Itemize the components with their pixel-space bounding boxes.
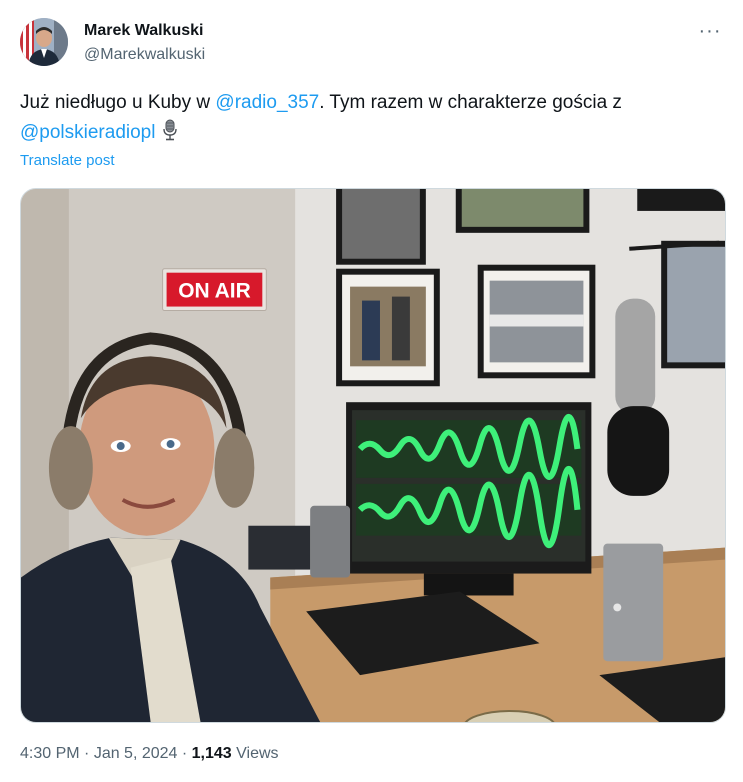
author-name[interactable]: Marek Walkuski xyxy=(84,22,203,40)
translate-post-link[interactable]: Translate post xyxy=(20,152,115,169)
post-meta: 4:30 PM · Jan 5, 2024 · 1,143 Views xyxy=(20,745,279,763)
post-time[interactable]: 4:30 PM xyxy=(20,745,80,762)
on-air-sign-text: ON AIR xyxy=(178,280,250,303)
avatar[interactable] xyxy=(20,18,68,66)
views-count[interactable]: 1,143 xyxy=(192,745,232,762)
author-handle[interactable]: @Marekwalkuski xyxy=(84,46,205,64)
mention-link[interactable]: @polskieradiopl xyxy=(20,122,155,143)
post-text-part: Już niedługo u Kuby w xyxy=(20,92,216,113)
post-text-part: . Tym razem w charakterze gościa z xyxy=(319,92,622,113)
more-options-icon[interactable]: ··· xyxy=(695,18,725,48)
post-header: Marek Walkuski @Marekwalkuski ··· xyxy=(20,16,725,72)
post-date[interactable]: Jan 5, 2024 xyxy=(94,745,178,762)
post-text: Już niedługo u Kuby w @radio_357. Tym ra… xyxy=(20,88,720,151)
post-image[interactable]: ON AIR xyxy=(20,188,726,723)
separator: · xyxy=(79,745,94,762)
microphone-icon xyxy=(161,119,179,151)
views-label: Views xyxy=(231,745,279,762)
mention-link[interactable]: @radio_357 xyxy=(215,92,319,113)
separator: · xyxy=(177,745,192,762)
